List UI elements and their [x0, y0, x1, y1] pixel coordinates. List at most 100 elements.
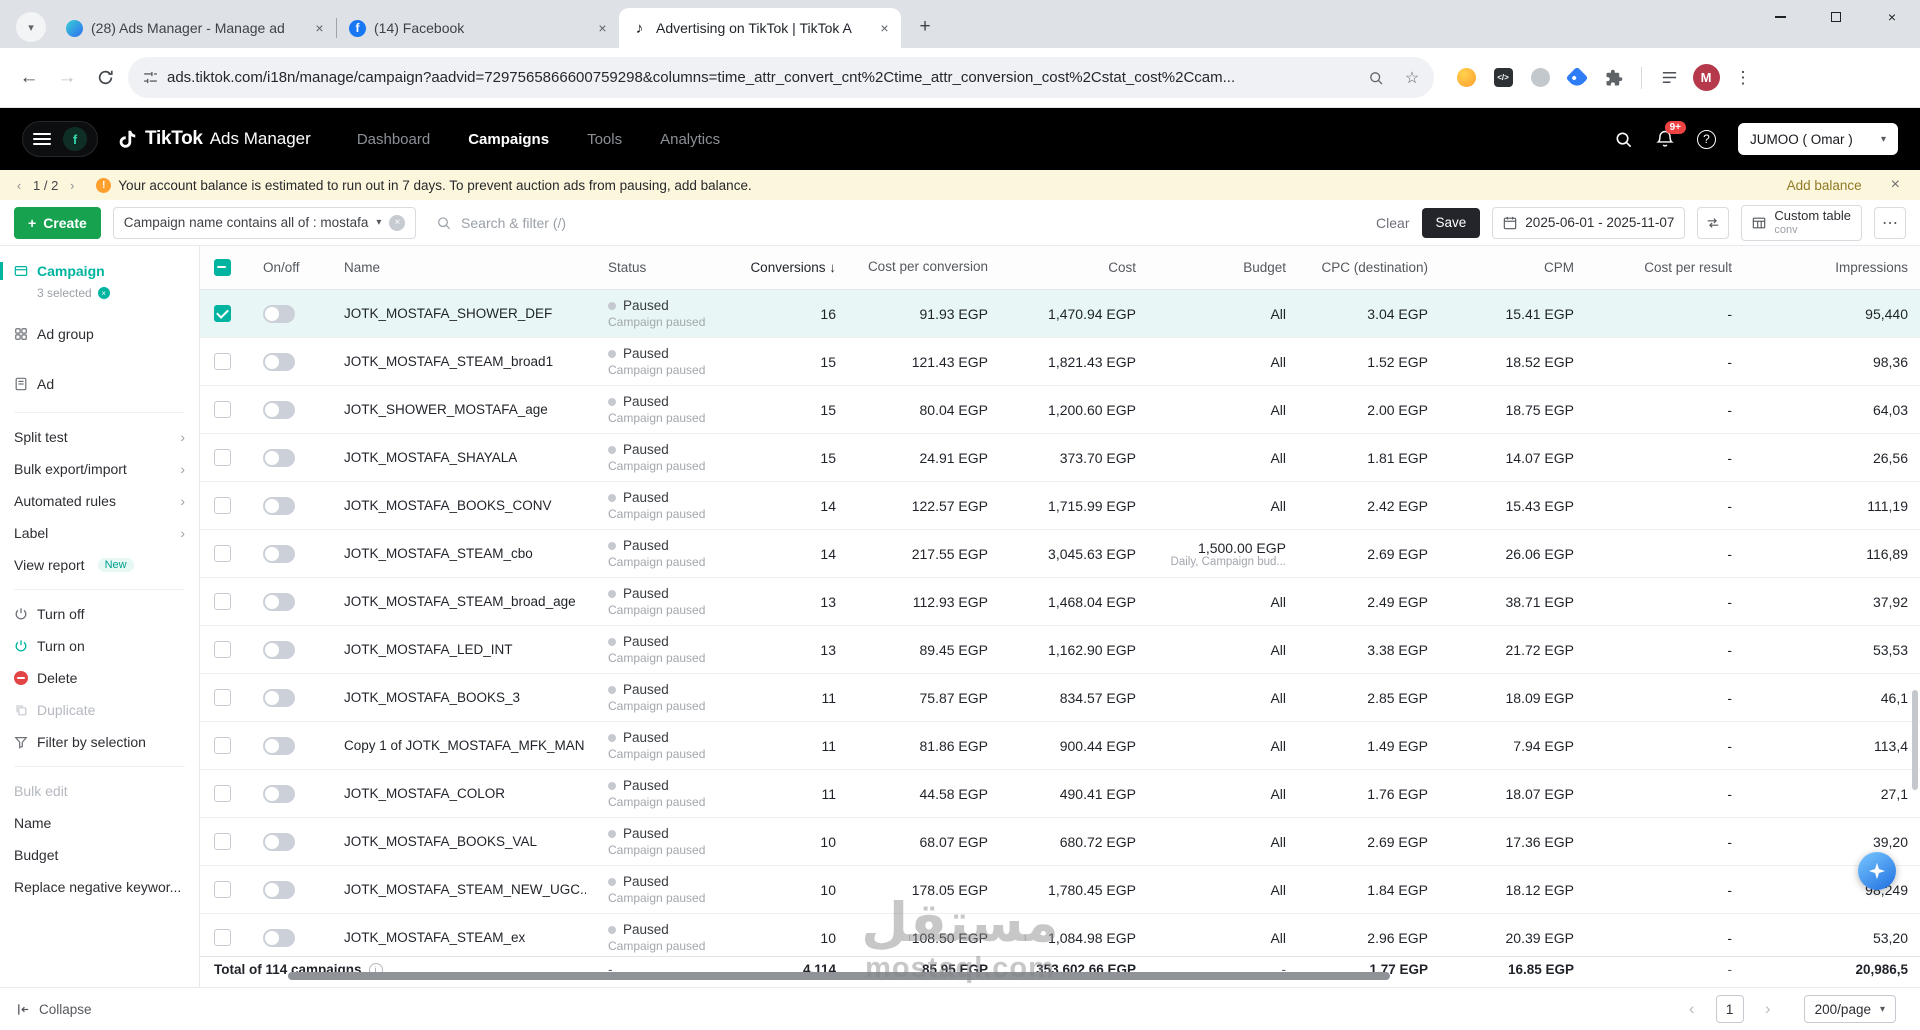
table-row[interactable]: JOTK_MOSTAFA_BOOKS_3 Paused Campaign pau…: [200, 674, 1920, 722]
current-page[interactable]: 1: [1715, 995, 1744, 1023]
campaign-name-link[interactable]: JOTK_MOSTAFA_SHOWER_DEF: [314, 306, 586, 321]
account-switcher[interactable]: JUMOO ( Omar ) ▾: [1738, 123, 1898, 155]
row-checkbox[interactable]: [213, 353, 231, 370]
sidebar-item-duplicate[interactable]: Duplicate: [0, 694, 199, 726]
row-checkbox[interactable]: [213, 929, 231, 946]
row-checkbox[interactable]: [213, 497, 231, 514]
remove-filter-icon[interactable]: ×: [389, 214, 406, 231]
search-filter-box[interactable]: [428, 214, 1365, 231]
table-row[interactable]: JOTK_MOSTAFA_LED_INT Paused Campaign pau…: [200, 626, 1920, 674]
sidebar-item-label-menu[interactable]: Label ›: [0, 517, 199, 549]
extension-snap-icon[interactable]: [1450, 62, 1482, 94]
sidebar-item-turn-off[interactable]: Turn off: [0, 598, 199, 630]
campaign-name-link[interactable]: JOTK_MOSTAFA_BOOKS_VAL: [314, 834, 586, 849]
table-row[interactable]: JOTK_MOSTAFA_STEAM_broad_age Paused Camp…: [200, 578, 1920, 626]
profile-avatar-button[interactable]: M: [1690, 62, 1722, 94]
onoff-toggle[interactable]: [263, 448, 295, 467]
row-checkbox[interactable]: [213, 737, 231, 754]
extension-tag-icon[interactable]: [1561, 62, 1593, 94]
onoff-toggle[interactable]: [263, 640, 295, 659]
date-range-picker[interactable]: 2025-06-01 - 2025-11-07: [1492, 206, 1686, 239]
campaign-name-link[interactable]: JOTK_MOSTAFA_SHAYALA: [314, 450, 586, 465]
sidebar-item-bulk-export-import[interactable]: Bulk export/import ›: [0, 453, 199, 485]
extension-code-icon[interactable]: </>: [1487, 62, 1519, 94]
campaign-name-link[interactable]: JOTK_MOSTAFA_BOOKS_3: [314, 690, 586, 705]
extension-gray-icon[interactable]: [1524, 62, 1556, 94]
onoff-toggle[interactable]: [263, 352, 295, 371]
campaign-name-link[interactable]: JOTK_MOSTAFA_STEAM_ex: [314, 930, 586, 945]
campaign-name-link[interactable]: JOTK_MOSTAFA_COLOR: [314, 786, 586, 801]
banner-prev-icon[interactable]: ‹: [12, 178, 26, 193]
reading-list-button[interactable]: [1653, 62, 1685, 94]
row-checkbox[interactable]: [213, 689, 231, 706]
onoff-toggle[interactable]: [263, 400, 295, 419]
tab-close-icon[interactable]: ×: [594, 20, 611, 37]
browser-tab-tiktok-active[interactable]: ♪ Advertising on TikTok | TikTok A ×: [619, 8, 901, 48]
browser-menu-button[interactable]: ⋮: [1727, 62, 1759, 94]
table-row[interactable]: JOTK_MOSTAFA_STEAM_NEW_UGC... Paused Cam…: [200, 866, 1920, 914]
sidebar-item-budget[interactable]: Budget: [0, 839, 199, 871]
minimize-button[interactable]: [1752, 0, 1808, 34]
row-checkbox[interactable]: [213, 593, 231, 610]
filter-chip[interactable]: Campaign name contains all of : mostafa …: [112, 206, 417, 239]
onoff-toggle[interactable]: [263, 784, 295, 803]
campaign-name-link[interactable]: JOTK_MOSTAFA_BOOKS_CONV: [314, 498, 586, 513]
select-all-checkbox[interactable]: [213, 259, 231, 276]
onoff-toggle[interactable]: [263, 544, 295, 563]
prev-page-icon[interactable]: ‹: [1678, 995, 1706, 1023]
close-window-button[interactable]: ×: [1864, 0, 1920, 34]
extensions-puzzle-button[interactable]: [1598, 62, 1630, 94]
save-filter-button[interactable]: Save: [1421, 207, 1481, 238]
onoff-toggle[interactable]: [263, 688, 295, 707]
table-row[interactable]: JOTK_MOSTAFA_BOOKS_VAL Paused Campaign p…: [200, 818, 1920, 866]
campaign-name-link[interactable]: Copy 1 of JOTK_MOSTAFA_MFK_MAN: [314, 738, 586, 753]
sidebar-item-ad-group[interactable]: Ad group: [0, 314, 199, 354]
zoom-icon[interactable]: [1362, 64, 1390, 92]
column-impressions[interactable]: Impressions: [1738, 260, 1914, 275]
onoff-toggle[interactable]: [263, 832, 295, 851]
page-size-select[interactable]: 200/page ▾: [1803, 995, 1896, 1023]
create-button[interactable]: + Create: [14, 206, 101, 239]
more-options-button[interactable]: ⋯: [1874, 206, 1906, 239]
onoff-toggle[interactable]: [263, 304, 295, 323]
browser-tab-facebook[interactable]: f (14) Facebook ×: [337, 8, 619, 48]
table-row[interactable]: JOTK_MOSTAFA_STEAM_ex Paused Campaign pa…: [200, 914, 1920, 956]
nav-analytics[interactable]: Analytics: [660, 131, 720, 148]
campaign-name-link[interactable]: JOTK_MOSTAFA_STEAM_broad1: [314, 354, 586, 369]
reload-button[interactable]: [86, 59, 124, 97]
sidebar-item-bulk-edit[interactable]: Bulk edit: [0, 775, 199, 807]
notifications-button[interactable]: 9+: [1655, 121, 1686, 149]
banner-next-icon[interactable]: ›: [65, 178, 79, 193]
help-icon[interactable]: ?: [1697, 129, 1716, 149]
compare-dates-button[interactable]: [1697, 206, 1730, 239]
onoff-toggle[interactable]: [263, 736, 295, 755]
next-page-icon[interactable]: ›: [1754, 995, 1782, 1023]
site-info-icon[interactable]: [142, 69, 159, 86]
row-checkbox[interactable]: [213, 833, 231, 850]
onoff-toggle[interactable]: [263, 496, 295, 515]
row-checkbox[interactable]: [213, 641, 231, 658]
clear-filters-link[interactable]: Clear: [1376, 215, 1409, 231]
nav-dashboard[interactable]: Dashboard: [357, 131, 430, 148]
table-row[interactable]: JOTK_MOSTAFA_COLOR Paused Campaign pause…: [200, 770, 1920, 818]
new-tab-button[interactable]: +: [911, 13, 939, 41]
campaign-name-link[interactable]: JOTK_MOSTAFA_LED_INT: [314, 642, 586, 657]
tab-close-icon[interactable]: ×: [876, 20, 893, 37]
add-balance-link[interactable]: Add balance: [1787, 178, 1862, 193]
tab-close-icon[interactable]: ×: [311, 20, 328, 37]
custom-table-button[interactable]: Custom table conv: [1741, 204, 1862, 241]
nav-campaigns[interactable]: Campaigns: [468, 131, 549, 148]
banner-close-icon[interactable]: ×: [1891, 176, 1900, 194]
maximize-button[interactable]: [1808, 0, 1864, 34]
sidebar-item-campaign[interactable]: Campaign: [0, 258, 199, 284]
column-cost-per-result[interactable]: Cost per result: [1580, 260, 1738, 275]
table-row[interactable]: JOTK_MOSTAFA_SHAYALA Paused Campaign pau…: [200, 434, 1920, 482]
horizontal-scrollbar[interactable]: [288, 972, 1390, 980]
row-checkbox[interactable]: [213, 305, 231, 322]
workspace-avatar[interactable]: f: [63, 127, 87, 151]
sidebar-item-filter-by-selection[interactable]: Filter by selection: [0, 726, 199, 758]
sidebar-item-ad[interactable]: Ad: [0, 364, 199, 404]
back-button[interactable]: ←: [10, 59, 48, 97]
sidebar-item-split-test[interactable]: Split test ›: [0, 421, 199, 453]
vertical-scrollbar[interactable]: [1912, 690, 1918, 790]
